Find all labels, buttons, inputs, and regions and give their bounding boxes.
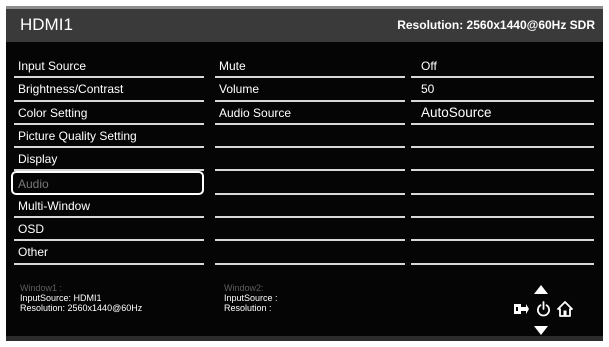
submenu-item-audio-source[interactable]: Audio Source [215,102,405,125]
window-info-footer: Window1 : InputSource: HDMI1 Resolution:… [6,277,603,341]
submenu-empty-row [215,125,405,149]
submenu-empty-row [215,218,405,242]
window2-info: Window2: InputSource : Resolution : [224,283,278,313]
osd-menu: HDMI1 Resolution: 2560x1440@60Hz SDR Inp… [6,6,603,341]
window1-resolution: Resolution: 2560x1440@60Hz [20,303,143,313]
menu-item-brightness-contrast[interactable]: Brightness/Contrast [14,78,204,102]
value-empty-row [411,195,594,219]
value-empty-row [411,241,594,265]
window2-title: Window2: [224,283,264,293]
window2-input-source: InputSource : [224,293,278,303]
menu-item-multi-window[interactable]: Multi-Window [14,195,204,219]
power-icon[interactable] [536,301,551,317]
menu-item-picture-quality-setting[interactable]: Picture Quality Setting [14,125,204,149]
submenu-empty-row [215,171,405,195]
window1-title: Window1 : [20,283,63,293]
submenu-empty-row [215,241,405,265]
menu-item-color-setting[interactable]: Color Setting [14,102,204,125]
main-menu: Input Source Brightness/Contrast Color S… [11,55,204,265]
osd-header: HDMI1 Resolution: 2560x1440@60Hz SDR [6,9,603,42]
up-arrow-icon[interactable] [534,285,548,294]
audio-source-value[interactable]: AutoSource [411,102,594,125]
home-icon[interactable] [557,301,573,317]
input-switch-icon[interactable] [513,302,529,316]
volume-value[interactable]: 50 [411,78,594,102]
value-empty-row [411,148,594,172]
menu-item-osd[interactable]: OSD [14,218,204,242]
menu-item-audio[interactable]: Audio [11,171,204,195]
window1-info: Window1 : InputSource: HDMI1 Resolution:… [20,283,142,313]
menu-item-input-source[interactable]: Input Source [14,55,204,79]
resolution-status: Resolution: 2560x1440@60Hz SDR [397,18,595,32]
window2-resolution: Resolution : [224,303,272,313]
down-arrow-icon[interactable] [534,326,548,335]
menu-item-display[interactable]: Display [14,148,204,172]
mute-value[interactable]: Off [411,55,594,79]
value-empty-row [411,125,594,149]
input-title: HDMI1 [20,15,73,34]
submenu-item-mute[interactable]: Mute [215,55,405,79]
window1-input-source: InputSource: HDMI1 [20,293,102,303]
submenu-item-volume[interactable]: Volume [215,78,405,102]
submenu-empty-row [215,195,405,219]
osd-bottom-strip [6,336,603,341]
value-empty-row [411,171,594,195]
value-empty-row [411,218,594,242]
audio-values: Off 50 AutoSource [411,55,594,265]
navigation-keys [501,281,581,337]
menu-item-other[interactable]: Other [14,241,204,265]
submenu-empty-row [215,148,405,172]
audio-submenu: Mute Volume Audio Source [215,55,405,265]
